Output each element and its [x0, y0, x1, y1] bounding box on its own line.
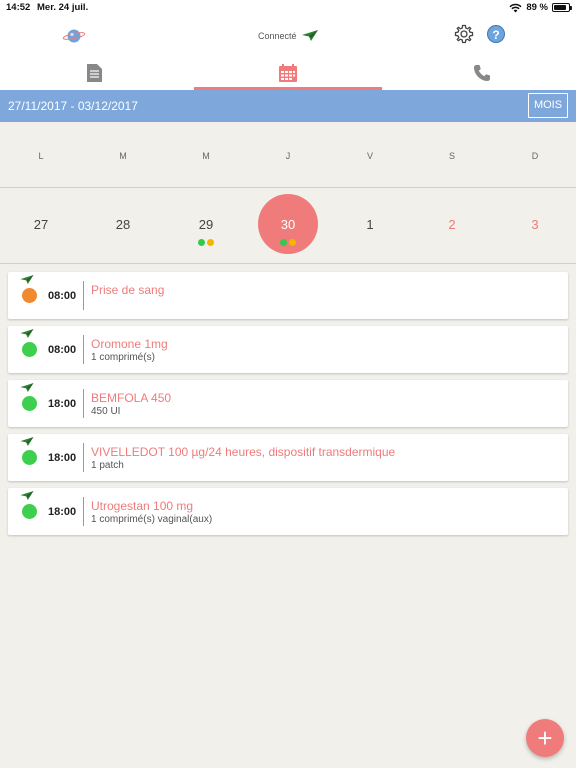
add-event-button[interactable]: + [526, 719, 564, 757]
paper-plane-icon [20, 275, 34, 284]
day-number: 29 [198, 217, 214, 232]
battery-icon [552, 3, 572, 12]
status-right: 89 % [509, 2, 572, 13]
event-divider [83, 335, 84, 364]
week-range-bar: 27/11/2017 - 03/12/2017 MOIS [0, 90, 576, 122]
week-range-label: 27/11/2017 - 03/12/2017 [8, 99, 138, 113]
weekday-letter: J [285, 151, 291, 161]
connection-status: Connecté [258, 30, 318, 41]
tab-phone[interactable] [388, 56, 576, 90]
weekday-letter: V [366, 151, 373, 161]
event-status-dot [22, 504, 37, 519]
settings-gear-icon[interactable] [454, 24, 474, 44]
status-date: Mer. 24 juil. [37, 2, 89, 13]
day-number: 1 [366, 217, 374, 232]
event-status-dot [22, 450, 37, 465]
event-dot [280, 239, 287, 246]
day-cell[interactable]: 3 [494, 188, 576, 264]
battery-percent: 89 % [526, 2, 548, 13]
paper-plane-icon [20, 437, 34, 446]
event-subtitle: 1 comprimé(s) vaginal(aux) [91, 514, 213, 525]
wifi-icon [509, 3, 522, 12]
day-number: 30 [280, 217, 296, 232]
event-time: 18:00 [48, 398, 77, 410]
event-status-dot [22, 342, 37, 357]
weekday-letter: D [531, 151, 539, 161]
day-cell[interactable]: 28 [82, 188, 164, 264]
event-card[interactable]: 18:00 VIVELLEDOT 100 µg/24 heures, dispo… [8, 434, 568, 481]
month-view-button[interactable]: MOIS [528, 93, 568, 118]
event-status-dot [22, 396, 37, 411]
paper-plane-icon [20, 491, 34, 500]
weekday-header: L M M J V S D [0, 122, 576, 188]
day-number: 27 [33, 217, 49, 232]
event-card[interactable]: 18:00 Utrogestan 100 mg 1 comprimé(s) va… [8, 488, 568, 535]
weekday-letter: M [202, 151, 210, 161]
weekday-letter: S [448, 151, 455, 161]
event-time: 18:00 [48, 506, 77, 518]
event-title: VIVELLEDOT 100 µg/24 heures, dispositif … [91, 445, 396, 459]
status-bar: 14:52 Mer. 24 juil. 89 % [0, 0, 576, 16]
phone-icon [474, 65, 490, 81]
weekday-letter: L [38, 151, 44, 161]
weekday-letter: M [119, 151, 127, 161]
day-cell[interactable]: 27 [0, 188, 82, 264]
day-cell[interactable]: 29 [165, 188, 247, 264]
event-list: 08:00 Prise de sang 08:00 Oromone 1mg 1 … [8, 272, 568, 542]
event-subtitle: 1 patch [91, 460, 124, 471]
event-divider [83, 389, 84, 418]
paper-plane-icon [301, 30, 318, 41]
document-list-icon [86, 64, 102, 82]
paper-plane-icon [20, 329, 34, 338]
event-dot [289, 239, 296, 246]
app-header: Connecté ? [0, 16, 576, 56]
event-card[interactable]: 08:00 Oromone 1mg 1 comprimé(s) [8, 326, 568, 373]
tab-bar [0, 56, 576, 90]
day-number: 28 [115, 217, 131, 232]
event-title: Prise de sang [91, 283, 165, 297]
event-title: BEMFOLA 450 [91, 391, 172, 405]
event-card[interactable]: 18:00 BEMFOLA 450 450 UI [8, 380, 568, 427]
event-subtitle: 450 UI [91, 406, 121, 417]
status-time: 14:52 [6, 2, 31, 13]
event-dots [165, 239, 247, 246]
app-logo-icon [62, 29, 86, 43]
event-divider [83, 443, 84, 472]
event-dots [247, 239, 329, 246]
day-cell[interactable]: 2 [411, 188, 493, 264]
day-cell-selected[interactable]: 30 [247, 188, 329, 264]
event-title: Utrogestan 100 mg [91, 499, 194, 513]
connection-label: Connecté [258, 30, 297, 41]
day-number: 2 [448, 217, 456, 232]
help-icon[interactable]: ? [487, 25, 505, 43]
event-dot [207, 239, 214, 246]
event-divider [83, 497, 84, 526]
paper-plane-icon [20, 383, 34, 392]
event-title: Oromone 1mg [91, 337, 168, 351]
calendar-icon [279, 64, 297, 82]
event-time: 08:00 [48, 290, 77, 302]
day-number: 3 [531, 217, 539, 232]
week-days-row: 27 28 29 30 1 2 3 [0, 188, 576, 264]
event-card[interactable]: 08:00 Prise de sang [8, 272, 568, 319]
event-subtitle: 1 comprimé(s) [91, 352, 155, 363]
event-time: 18:00 [48, 452, 77, 464]
tab-documents[interactable] [0, 56, 188, 90]
tab-calendar[interactable] [194, 56, 382, 90]
event-dot [198, 239, 205, 246]
event-time: 08:00 [48, 344, 77, 356]
day-cell[interactable]: 1 [329, 188, 411, 264]
event-status-dot [22, 288, 37, 303]
event-divider [83, 281, 84, 310]
